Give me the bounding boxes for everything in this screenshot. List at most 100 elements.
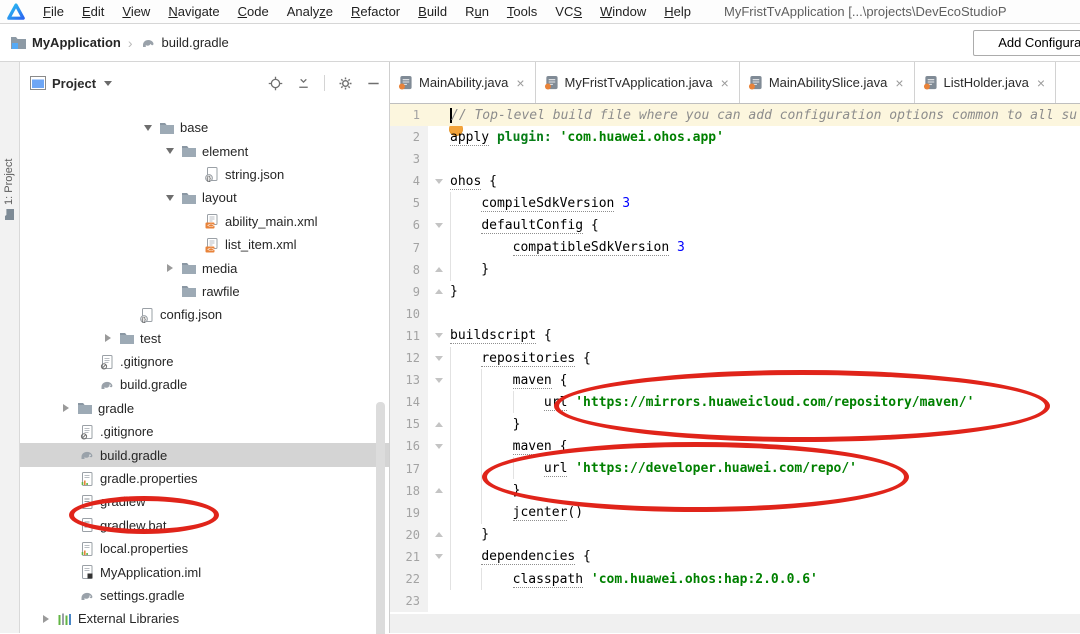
tree-item-label: .gitignore xyxy=(120,354,174,370)
menu-item-edit[interactable]: Edit xyxy=(73,4,113,19)
tree-item-config-json[interactable]: {} config.json xyxy=(20,303,389,326)
code-text: } xyxy=(450,416,521,432)
tree-item-external-libraries[interactable]: External Libraries xyxy=(20,607,389,630)
tree-item-gradle[interactable]: gradle xyxy=(20,397,389,420)
menu-item-analyze[interactable]: Analyze xyxy=(278,4,342,19)
menu-item-file[interactable]: File xyxy=(34,4,73,19)
tree-item-label: MyApplication.iml xyxy=(100,564,202,580)
expand-arrow-closed-icon[interactable] xyxy=(160,264,180,273)
menu-item-refactor[interactable]: Refactor xyxy=(342,4,409,19)
expand-arrow-open-icon[interactable] xyxy=(138,124,158,131)
expand-arrow-closed-icon[interactable] xyxy=(36,614,56,623)
tree-item-layout[interactable]: layout xyxy=(20,186,389,209)
project-panel: Project base element {} string.json layo… xyxy=(20,62,390,634)
expand-arrow-open-icon[interactable] xyxy=(160,194,180,201)
expand-arrow-closed-icon[interactable] xyxy=(56,404,76,413)
code-text: jcenter() xyxy=(512,505,584,522)
hide-panel-icon[interactable] xyxy=(366,76,381,91)
line-number: 17 xyxy=(390,457,428,480)
tab-label: MyFristTvApplication.java xyxy=(564,75,713,90)
project-tree[interactable]: base element {} string.json layout <> ability_… xyxy=(20,104,389,631)
menu-item-window[interactable]: Window xyxy=(591,4,655,19)
fold-marker-icon[interactable] xyxy=(428,267,450,273)
tree-item-label: gradle.properties xyxy=(100,471,198,487)
fold-marker-icon[interactable] xyxy=(428,377,450,383)
menu-item-help[interactable]: Help xyxy=(655,4,700,19)
tree-item-string-json[interactable]: {} string.json xyxy=(20,163,389,186)
annotation-circle-mirrors-url xyxy=(554,370,1050,442)
tree-scrollbar[interactable] xyxy=(376,402,385,634)
tree-item--gitignore[interactable]: .gitignore xyxy=(20,350,389,373)
line-number: 14 xyxy=(390,391,428,414)
line-number: 11 xyxy=(390,324,428,348)
tree-item-settings-gradle[interactable]: settings.gradle xyxy=(20,584,389,607)
folder-icon xyxy=(76,400,94,416)
breadcrumb-project[interactable]: MyApplication xyxy=(32,35,121,50)
tab-label: MainAbility.java xyxy=(419,75,509,90)
editor-tab-listholder-java[interactable]: ListHolder.java × xyxy=(915,62,1056,103)
menu-item-navigate[interactable]: Navigate xyxy=(159,4,228,19)
fold-marker-icon[interactable] xyxy=(428,333,450,339)
tree-item--gitignore[interactable]: .gitignore xyxy=(20,420,389,443)
editor-tab-myfristtvapplication-java[interactable]: MyFristTvApplication.java × xyxy=(536,62,740,103)
svg-text:<>: <> xyxy=(207,246,215,252)
tree-item-build-gradle[interactable]: build.gradle xyxy=(20,373,389,396)
menu-item-code[interactable]: Code xyxy=(229,4,278,19)
tree-item-ability-main-xml[interactable]: <> ability_main.xml xyxy=(20,210,389,233)
tree-item-gradle-properties[interactable]: gradle.properties xyxy=(20,467,389,490)
fold-marker-icon[interactable] xyxy=(428,443,450,449)
code-line-20: 20 } xyxy=(390,523,1080,546)
close-icon[interactable]: × xyxy=(1037,75,1045,91)
collapse-all-icon[interactable] xyxy=(296,76,311,91)
project-tool-window-tab[interactable]: 1: Project xyxy=(3,159,15,220)
editor-tab-mainabilityslice-java[interactable]: MainAbilitySlice.java × xyxy=(740,62,915,103)
tree-item-local-properties[interactable]: local.properties xyxy=(20,537,389,560)
tree-item-label: element xyxy=(202,143,249,159)
fold-marker-icon[interactable] xyxy=(428,178,450,184)
close-icon[interactable]: × xyxy=(721,75,729,91)
tree-item-test[interactable]: test xyxy=(20,327,389,350)
editor-tab-mainability-java[interactable]: MainAbility.java × xyxy=(390,62,536,103)
tree-item-build-gradle[interactable]: build.gradle xyxy=(20,443,389,467)
add-configuration-button[interactable]: Add Configurati xyxy=(973,30,1080,56)
divider xyxy=(324,75,325,91)
chevron-down-icon[interactable] xyxy=(104,80,113,86)
menu-item-view[interactable]: View xyxy=(113,4,159,19)
code-line-6: 6 defaultConfig { xyxy=(390,214,1080,237)
left-tool-strip: 1: Project xyxy=(0,62,20,633)
settings-icon[interactable] xyxy=(338,76,353,91)
project-panel-title[interactable]: Project xyxy=(52,76,96,91)
menu-item-tools[interactable]: Tools xyxy=(498,4,546,19)
tree-item-rawfile[interactable]: rawfile xyxy=(20,280,389,303)
close-icon[interactable]: × xyxy=(895,75,903,91)
menu-item-vcs[interactable]: VCS xyxy=(546,4,591,19)
code-text: compileSdkVersion 3 xyxy=(481,195,631,212)
code-editor[interactable]: 1 // Top-level build file where you can a… xyxy=(390,104,1080,613)
tree-item-list-item-xml[interactable]: <> list_item.xml xyxy=(20,233,389,256)
menu-item-run[interactable]: Run xyxy=(456,4,498,19)
expand-arrow-open-icon[interactable] xyxy=(160,148,180,155)
tree-item-base[interactable]: base xyxy=(20,116,389,139)
annotation-circle-developer-url xyxy=(482,442,909,512)
fold-marker-icon[interactable] xyxy=(428,532,450,538)
expand-arrow-closed-icon[interactable] xyxy=(98,334,118,343)
fold-marker-icon[interactable] xyxy=(428,355,450,361)
editor-bottom-strip xyxy=(390,614,1080,633)
fold-marker-icon[interactable] xyxy=(428,223,450,229)
tree-item-element[interactable]: element xyxy=(20,139,389,162)
fold-marker-icon[interactable] xyxy=(428,421,450,427)
breadcrumb-file[interactable]: build.gradle xyxy=(162,35,229,50)
fold-marker-icon[interactable] xyxy=(428,554,450,560)
line-number: 6 xyxy=(390,214,428,237)
tree-item-media[interactable]: media xyxy=(20,256,389,279)
locate-icon[interactable] xyxy=(268,76,283,91)
code-line-7: 7 compatibleSdkVersion 3 xyxy=(390,236,1080,259)
line-number: 16 xyxy=(390,435,428,458)
tree-item-myapplication-iml[interactable]: MyApplication.iml xyxy=(20,560,389,583)
code-line-8: 8 } xyxy=(390,258,1080,281)
fold-marker-icon[interactable] xyxy=(428,289,450,295)
gradle-icon xyxy=(98,377,116,393)
fold-marker-icon[interactable] xyxy=(428,488,450,494)
menu-item-build[interactable]: Build xyxy=(409,4,456,19)
close-icon[interactable]: × xyxy=(516,75,524,91)
